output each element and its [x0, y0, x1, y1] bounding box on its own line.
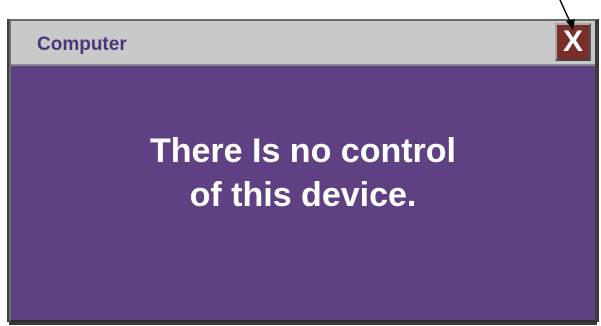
close-button[interactable]: X [555, 23, 591, 61]
close-icon: X [562, 25, 583, 58]
dialog-message: There Is no control of this device. [11, 129, 595, 217]
dialog-titlebar: Computer X [11, 21, 595, 66]
message-line-1: There Is no control [149, 132, 457, 170]
message-line-2: of this device. [189, 176, 417, 214]
no-control-dialog: Computer X There Is no control of this d… [9, 19, 597, 322]
dialog-title: Computer [37, 34, 127, 55]
